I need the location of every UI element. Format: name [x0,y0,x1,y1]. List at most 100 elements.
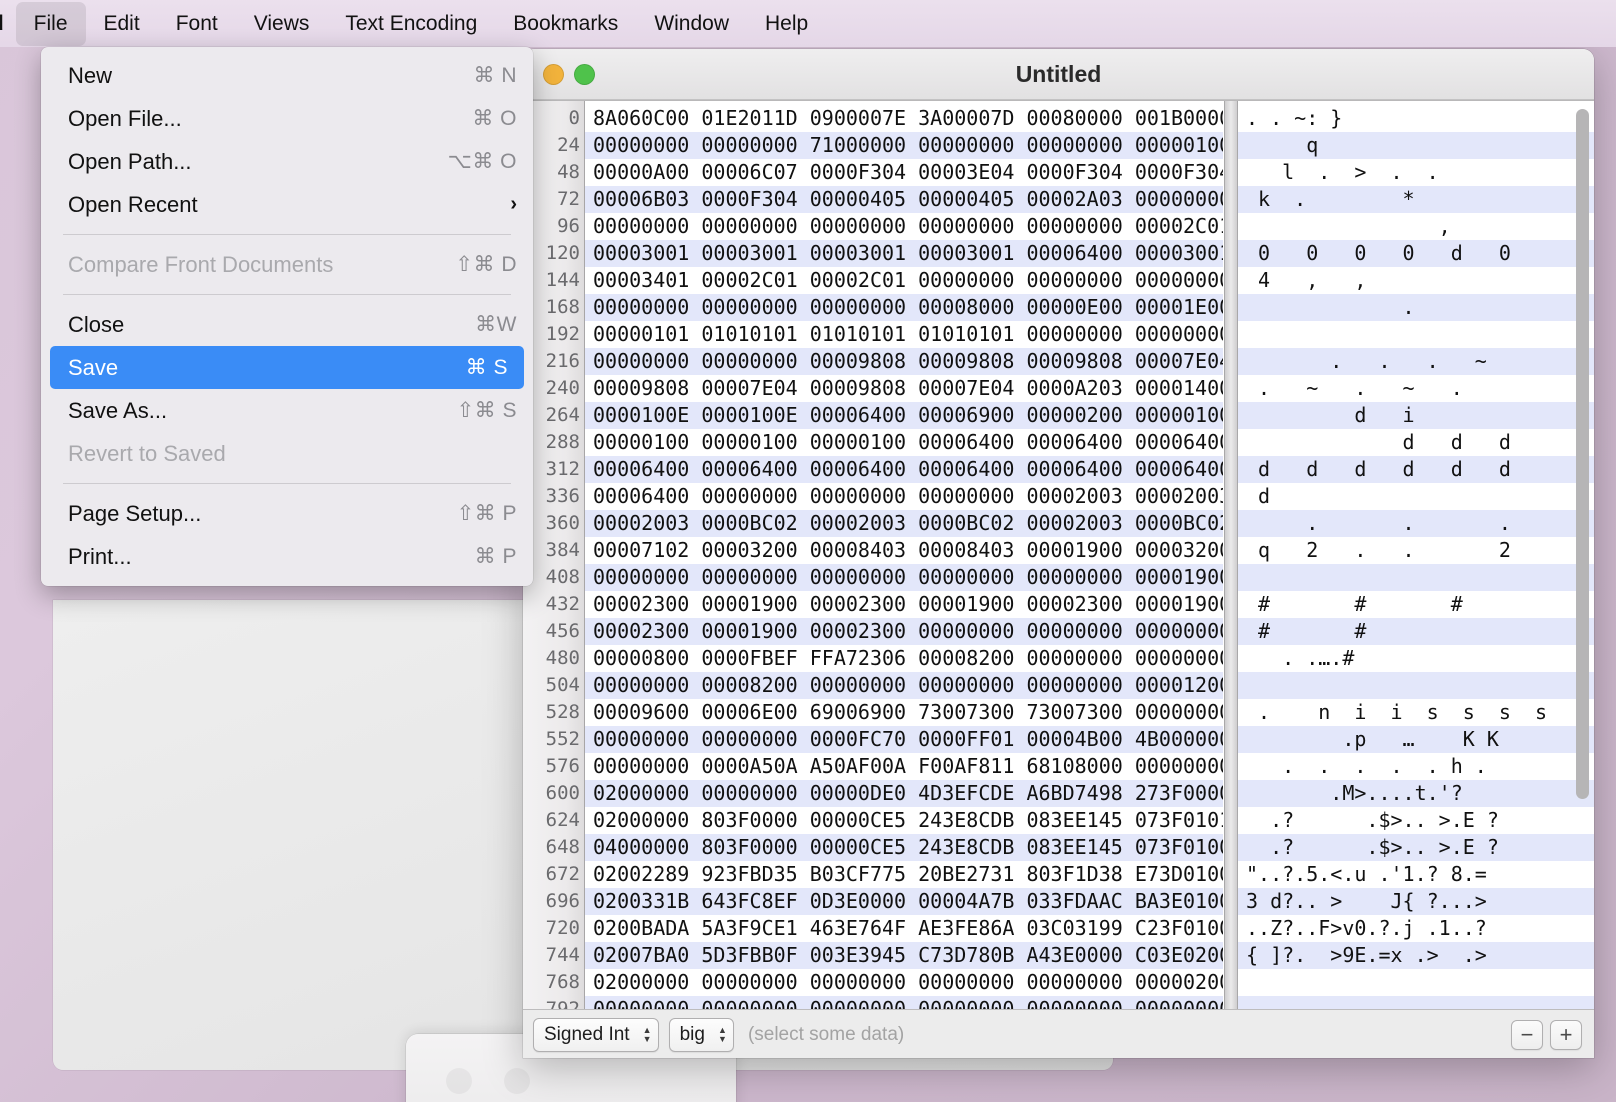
hex-row[interactable]: 00009600 00006E00 69006900 73007300 7300… [585,699,1223,726]
ascii-row[interactable]: q [1238,132,1594,159]
menu-bar-app-name[interactable]: nd [0,2,16,45]
hex-row[interactable]: 00002300 00001900 00002300 00001900 0000… [585,591,1223,618]
hex-row[interactable]: 00000A00 00006C07 0000F304 00003E04 0000… [585,159,1223,186]
ascii-row[interactable] [1238,672,1594,699]
menu-item-page-setup[interactable]: Page Setup... ⇧⌘ P [41,492,533,535]
ascii-row[interactable]: . ~ . ~ . [1238,375,1594,402]
hex-row[interactable]: 00000000 0000A50A A50AF00A F00AF811 6810… [585,753,1223,780]
hex-row[interactable]: 00000000 00000000 00000000 00000000 0000… [585,213,1223,240]
ascii-row[interactable]: . . . . . h . [1238,753,1594,780]
hex-row[interactable]: 00000000 00000000 00000000 00000000 0000… [585,564,1223,591]
hex-row[interactable]: 00006400 00000000 00000000 00000000 0000… [585,483,1223,510]
ascii-row[interactable]: # # [1238,618,1594,645]
ascii-row[interactable]: ..Z?..F>v0.?.j .1..? [1238,915,1594,942]
hex-row[interactable]: 02000000 00000000 00000DE0 4D3EFCDE A6BD… [585,780,1223,807]
menu-item-new[interactable]: New ⌘ N [41,54,533,97]
ascii-row[interactable] [1238,564,1594,591]
hex-row[interactable]: 02000000 00000000 00000000 00000000 0000… [585,969,1223,996]
endian-select[interactable]: big ▲ ▼ [668,1018,734,1052]
ascii-row[interactable]: q 2 . . 2 [1238,537,1594,564]
ascii-row[interactable]: .? .$>.. >.E ? [1238,834,1594,861]
ascii-row[interactable]: k . * [1238,186,1594,213]
hex-row[interactable]: 00002003 0000BC02 00002003 0000BC02 0000… [585,510,1223,537]
hex-row[interactable]: 00007102 00003200 00008403 00008403 0000… [585,537,1223,564]
ascii-row[interactable]: d d d [1238,429,1594,456]
type-select[interactable]: Signed Int ▲ ▼ [533,1018,659,1052]
hex-row[interactable]: 00003001 00003001 00003001 00003001 0000… [585,240,1223,267]
hex-row[interactable]: 00006B03 0000F304 00000405 00000405 0000… [585,186,1223,213]
menu-item-open-recent[interactable]: Open Recent › [41,183,533,226]
hex-row[interactable]: 00000000 00000000 71000000 00000000 0000… [585,132,1223,159]
zoom-out-button[interactable]: − [1511,1020,1543,1050]
menu-item-save-as[interactable]: Save As... ⇧⌘ S [41,389,533,432]
hex-row[interactable]: 04000000 803F0000 00000CE5 243E8CDB 083E… [585,834,1223,861]
vertical-scrollbar[interactable] [1574,105,1591,1005]
ascii-row[interactable]: .? .$>.. >.E ? [1238,807,1594,834]
chevron-updown-icon: ▲ ▼ [642,1025,652,1044]
ascii-row[interactable]: d [1238,483,1594,510]
hex-row[interactable]: 02002289 923FBD35 B03CF775 20BE2731 803F… [585,861,1223,888]
zoom-in-button[interactable]: + [1550,1020,1582,1050]
minimize-button-icon[interactable] [543,63,564,85]
ascii-row[interactable]: # # # [1238,591,1594,618]
menu-item-shortcut: ⇧⌘ D [455,253,517,276]
ascii-column[interactable]: . . ~: } q l . > . . k . * , 0 0 0 0 d 0… [1238,101,1594,1009]
ascii-row[interactable]: . . . ~ [1238,348,1594,375]
hex-row[interactable]: 00000000 00000000 0000FC70 0000FF01 0000… [585,726,1223,753]
menu-item-close[interactable]: Close ⌘W [41,303,533,346]
ascii-row[interactable]: d i [1238,402,1594,429]
ascii-row[interactable]: 4 , , [1238,267,1594,294]
zoom-button-icon[interactable] [574,63,595,85]
hex-row[interactable]: 00003401 00002C01 00002C01 00000000 0000… [585,267,1223,294]
hex-row[interactable]: 8A060C00 01E2011D 0900007E 3A00007D 0008… [585,105,1223,132]
ascii-row[interactable]: . . . [1238,510,1594,537]
hex-row[interactable]: 00000000 00000000 00000000 00000000 0000… [585,996,1223,1009]
window-titlebar[interactable]: Untitled [523,49,1594,100]
scrollbar-thumb[interactable] [1576,109,1589,799]
ascii-row[interactable]: "..?.5.<.u .'1.? 8.= [1238,861,1594,888]
hex-row[interactable]: 0000100E 0000100E 00006400 00006900 0000… [585,402,1223,429]
ascii-row[interactable]: , [1238,213,1594,240]
hex-column[interactable]: 8A060C00 01E2011D 0900007E 3A00007D 0008… [585,101,1224,1009]
ascii-row[interactable]: . [1238,294,1594,321]
hex-row[interactable]: 0200BADA 5A3F9CE1 463E764F AE3FE86A 03C0… [585,915,1223,942]
hex-row[interactable]: 00009808 00007E04 00009808 00007E04 0000… [585,375,1223,402]
menu-bar-item-edit[interactable]: Edit [86,2,158,45]
offset-label: 744 [545,944,580,966]
hex-row[interactable]: 00006400 00006400 00006400 00006400 0000… [585,456,1223,483]
hex-row[interactable]: 00000000 00008200 00000000 00000000 0000… [585,672,1223,699]
menu-item-save[interactable]: Save ⌘ S [50,346,524,389]
ascii-row[interactable]: d d d d d d [1238,456,1594,483]
ascii-row[interactable]: .M>....t.'? [1238,780,1594,807]
menu-bar-item-bookmarks[interactable]: Bookmarks [495,2,636,45]
hex-row[interactable]: 00000800 0000FBEF FFA72306 00008200 0000… [585,645,1223,672]
ascii-row[interactable]: . . ~: } [1238,105,1594,132]
hex-row[interactable]: 00000000 00000000 00009808 00009808 0000… [585,348,1223,375]
menu-bar-item-help[interactable]: Help [747,2,826,45]
menu-bar-item-file[interactable]: File [15,1,86,46]
menu-item-print[interactable]: Print... ⌘ P [41,535,533,578]
menu-bar-item-window[interactable]: Window [636,2,747,45]
ascii-row[interactable]: { ]?. >9E.=x .> .> [1238,942,1594,969]
hex-row[interactable]: 00000000 00000000 00000000 00008000 0000… [585,294,1223,321]
ascii-row[interactable]: .p … K K [1238,726,1594,753]
ascii-row[interactable]: l . > . . [1238,159,1594,186]
hex-row[interactable]: 00000101 01010101 01010101 01010101 0000… [585,321,1223,348]
menu-item-open-file[interactable]: Open File... ⌘ O [41,97,533,140]
ascii-row[interactable] [1238,969,1594,996]
menu-item-open-path[interactable]: Open Path... ⌥⌘ O [41,140,533,183]
ascii-row[interactable]: 3 d?.. > J{ ?...> [1238,888,1594,915]
menu-bar-item-font[interactable]: Font [158,2,236,45]
menu-bar-item-views[interactable]: Views [236,2,328,45]
ascii-row[interactable] [1238,996,1594,1009]
menu-bar-item-text-encoding[interactable]: Text Encoding [327,2,495,45]
hex-row[interactable]: 00000100 00000100 00000100 00006400 0000… [585,429,1223,456]
hex-row[interactable]: 02007BA0 5D3FBB0F 003E3945 C73D780B A43E… [585,942,1223,969]
ascii-row[interactable] [1238,321,1594,348]
ascii-row[interactable]: 0 0 0 0 d 0 [1238,240,1594,267]
ascii-row[interactable]: . .….# [1238,645,1594,672]
ascii-row[interactable]: . n i i s s s s [1238,699,1594,726]
hex-row[interactable]: 00002300 00001900 00002300 00000000 0000… [585,618,1223,645]
hex-row[interactable]: 0200331B 643FC8EF 0D3E0000 00004A7B 033F… [585,888,1223,915]
hex-row[interactable]: 02000000 803F0000 00000CE5 243E8CDB 083E… [585,807,1223,834]
